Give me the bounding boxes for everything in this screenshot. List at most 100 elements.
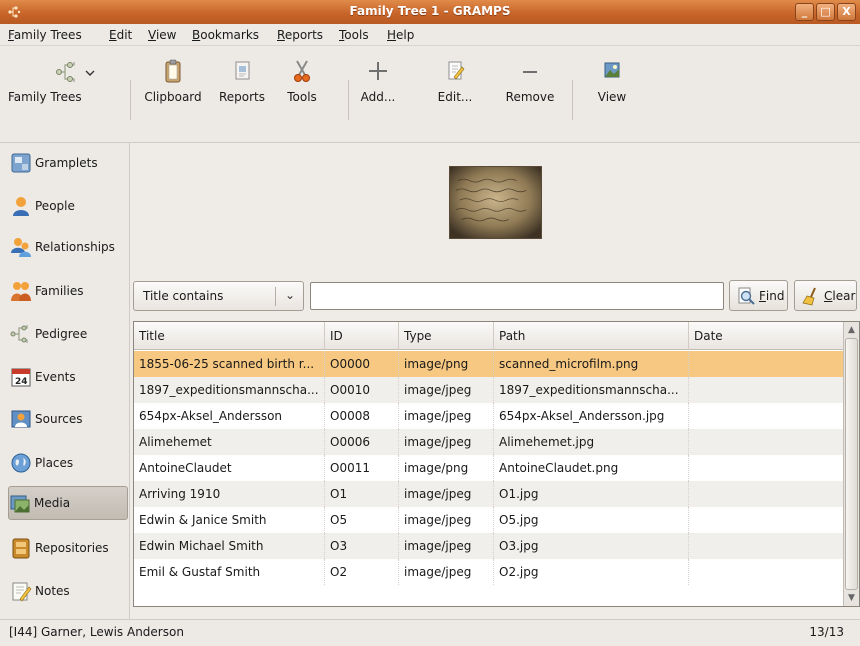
- cell-id: O3: [325, 533, 399, 559]
- sidebar-item-sources[interactable]: Sources: [10, 402, 126, 436]
- cell-title: Emil & Gustaf Smith: [134, 559, 325, 585]
- cell-type: image/jpeg: [399, 533, 494, 559]
- tools-label: Tools: [287, 90, 317, 104]
- cell-path: O5.jpg: [494, 507, 689, 533]
- cell-id: O1: [325, 481, 399, 507]
- menu-tools[interactable]: Tools: [339, 28, 369, 42]
- cell-path: scanned_microfilm.png: [494, 351, 689, 377]
- scroll-down-arrow-icon[interactable]: ▼: [845, 591, 858, 605]
- toolbar-separator: [572, 80, 573, 120]
- menu-help[interactable]: Help: [387, 28, 414, 42]
- family-trees-button[interactable]: Family Trees: [8, 58, 122, 128]
- cell-path: O2.jpg: [494, 559, 689, 585]
- column-header-title[interactable]: Title: [134, 322, 325, 350]
- relationships-icon: [11, 238, 31, 257]
- table-row[interactable]: 1855-06-25 scanned birth r... O0000 image/…: [134, 351, 844, 377]
- table-row[interactable]: AntoineClaudet O0011 image/png AntoineClaud…: [134, 455, 844, 481]
- find-button[interactable]: Find: [729, 280, 788, 311]
- table-row[interactable]: Emil & Gustaf Smith O2 image/jpeg O2.jpg: [134, 559, 844, 585]
- table-row[interactable]: 1897_expeditionsmannscha... O0010 image/jp…: [134, 377, 844, 403]
- menu-bar: Family Trees Edit View Bookmarks Reports…: [0, 24, 860, 46]
- menu-bookmarks[interactable]: Bookmarks: [192, 28, 259, 42]
- edit-button[interactable]: Edit...: [433, 58, 477, 128]
- menu-reports[interactable]: Reports: [277, 28, 323, 42]
- toolbar-separator: [130, 80, 131, 120]
- menu-view[interactable]: View: [148, 28, 176, 42]
- select-divider: [275, 287, 276, 306]
- remove-icon: [523, 71, 537, 73]
- toolbar-separator: [348, 80, 349, 120]
- reports-button[interactable]: Reports: [216, 58, 268, 128]
- sidebar-item-relationships[interactable]: Relationships: [10, 230, 126, 264]
- menu-edit[interactable]: Edit: [109, 28, 132, 42]
- table-row[interactable]: Arriving 1910 O1 image/jpeg O1.jpg: [134, 481, 844, 507]
- edit-icon: [448, 61, 465, 80]
- places-globe-icon: [11, 453, 31, 473]
- minimize-button[interactable]: _: [795, 3, 814, 21]
- sidebar-item-gramplets[interactable]: Gramplets: [10, 146, 126, 180]
- gramplets-icon: [11, 153, 31, 173]
- sidebar-item-places[interactable]: Places: [10, 446, 126, 480]
- cell-path: O1.jpg: [494, 481, 689, 507]
- sidebar-item-pedigree[interactable]: Pedigree: [10, 317, 126, 351]
- scroll-up-arrow-icon[interactable]: ▲: [845, 323, 858, 337]
- status-bar: [I44] Garner, Lewis Anderson 13/13: [0, 619, 860, 646]
- menu-family-trees[interactable]: Family Trees: [8, 28, 82, 42]
- repositories-icon: [12, 538, 30, 559]
- cell-type: image/png: [399, 351, 494, 377]
- vertical-scrollbar[interactable]: ▲ ▼: [843, 322, 859, 606]
- svg-text:24: 24: [15, 377, 28, 387]
- cell-date: [689, 429, 844, 455]
- cell-title: 1855-06-25 scanned birth r...: [134, 351, 325, 377]
- cell-title: 1897_expeditionsmannscha...: [134, 377, 325, 403]
- table-row[interactable]: Alimehemet O0006 image/jpeg Alimehemet.jpg: [134, 429, 844, 455]
- remove-button[interactable]: Remove: [504, 58, 556, 128]
- cell-path: 654px-Aksel_Andersson.jpg: [494, 403, 689, 429]
- remove-label: Remove: [505, 90, 555, 104]
- cell-id: O0000: [325, 351, 399, 377]
- close-button[interactable]: X: [837, 3, 856, 21]
- sidebar-item-media[interactable]: Media: [8, 486, 128, 520]
- status-text: [I44] Garner, Lewis Anderson: [9, 625, 184, 639]
- filter-text-input[interactable]: [310, 282, 724, 310]
- table-row[interactable]: 654px-Aksel_Andersson O0008 image/jpeg 654p…: [134, 403, 844, 429]
- title-bar: Family Tree 1 - GRAMPS _ □ X: [0, 0, 860, 24]
- sidebar-item-families[interactable]: Families: [10, 274, 126, 308]
- window-title: Family Tree 1 - GRAMPS: [349, 4, 511, 18]
- clipboard-button[interactable]: Clipboard: [139, 58, 207, 128]
- column-header-path[interactable]: Path: [494, 322, 689, 350]
- cell-title: Edwin Michael Smith: [134, 533, 325, 559]
- chevron-down-icon: ⌄: [284, 288, 295, 302]
- sidebar-item-repositories[interactable]: Repositories: [10, 531, 126, 565]
- table-row[interactable]: Edwin & Janice Smith O5 image/jpeg O5.jpg: [134, 507, 844, 533]
- scissors-icon: [294, 60, 310, 82]
- view-button[interactable]: View: [593, 58, 631, 128]
- families-icon: [11, 282, 31, 301]
- clear-button[interactable]: Clear: [794, 280, 857, 311]
- cell-type: image/jpeg: [399, 507, 494, 533]
- cell-date: [689, 403, 844, 429]
- broom-icon: [802, 287, 816, 305]
- tools-button[interactable]: Tools: [281, 58, 323, 128]
- cell-id: O5: [325, 507, 399, 533]
- maximize-button[interactable]: □: [816, 3, 835, 21]
- sidebar-item-people[interactable]: People: [10, 189, 126, 223]
- sidebar-item-notes[interactable]: Notes: [10, 574, 126, 608]
- add-button[interactable]: Add...: [356, 58, 400, 128]
- cell-date: [689, 559, 844, 585]
- cell-path: AntoineClaudet.png: [494, 455, 689, 481]
- media-icon: [10, 495, 30, 513]
- column-header-id[interactable]: ID: [325, 322, 399, 350]
- table-row[interactable]: Edwin Michael Smith O3 image/jpeg O3.jpg: [134, 533, 844, 559]
- cell-type: image/jpeg: [399, 403, 494, 429]
- view-media-icon: [604, 62, 620, 78]
- cell-type: image/jpeg: [399, 559, 494, 585]
- column-header-type[interactable]: Type: [399, 322, 494, 350]
- sidebar-item-events[interactable]: 24 Events: [10, 360, 126, 394]
- cell-id: O0011: [325, 455, 399, 481]
- column-header-date[interactable]: Date: [689, 322, 844, 350]
- filter-field-select[interactable]: Title contains ⌄: [133, 281, 304, 311]
- scrollbar-thumb[interactable]: [845, 338, 858, 590]
- cell-date: [689, 377, 844, 403]
- family-trees-label: Family Trees: [8, 90, 82, 104]
